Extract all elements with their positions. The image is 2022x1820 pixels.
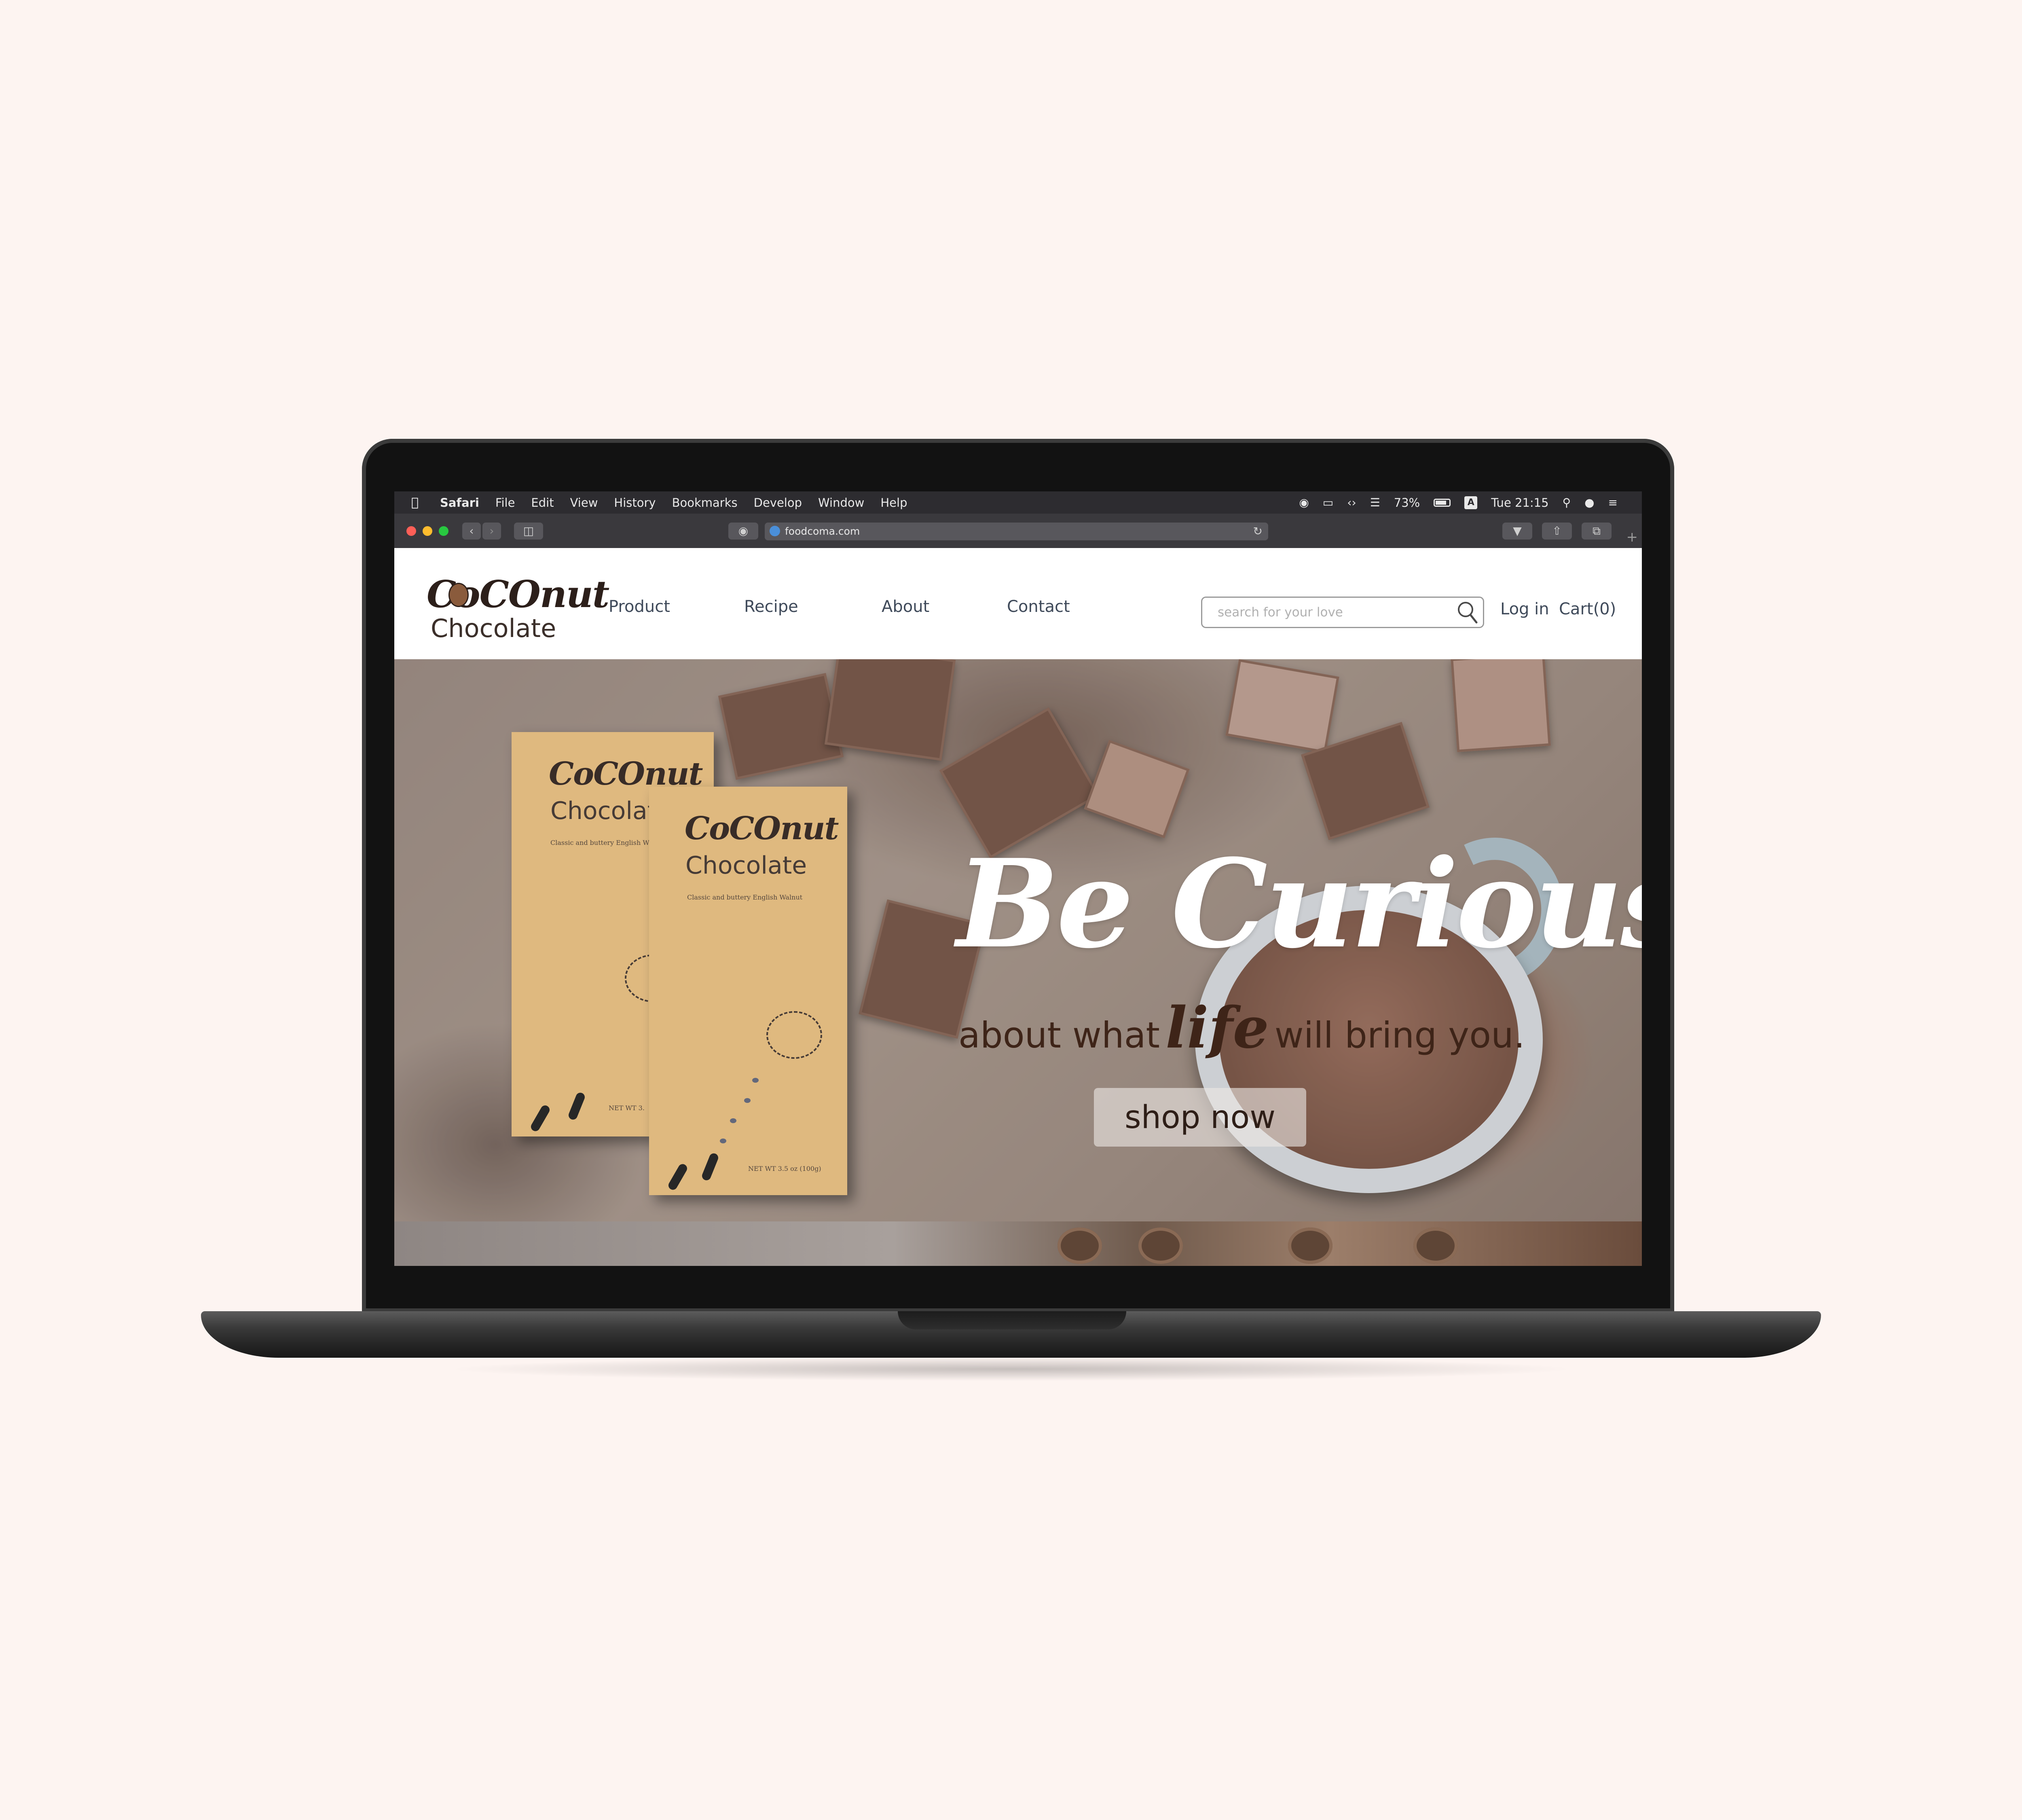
menu-clock[interactable]: Tue 21:15 bbox=[1491, 496, 1548, 510]
pinecone-decoration bbox=[1058, 1227, 1102, 1264]
hero-sub-emphasis: life bbox=[1165, 995, 1269, 1061]
wifi-icon[interactable]: ☰ bbox=[1370, 496, 1380, 509]
privacy-shield-button[interactable]: ◉ bbox=[728, 523, 758, 540]
site-favicon-icon bbox=[770, 526, 780, 536]
hero-subheadline: about what life will bring you. bbox=[958, 995, 1525, 1061]
airplay-icon[interactable]: ▭ bbox=[1323, 496, 1333, 509]
menu-history[interactable]: History bbox=[614, 496, 656, 510]
menu-bookmarks[interactable]: Bookmarks bbox=[672, 496, 738, 510]
battery-icon[interactable] bbox=[1434, 498, 1451, 507]
website: CoCOnut Chocolate Product Recipe About C… bbox=[394, 548, 1642, 1266]
shop-now-button[interactable]: shop now bbox=[1094, 1088, 1306, 1147]
battery-percent: 73% bbox=[1394, 495, 1420, 510]
new-tab-button[interactable]: + bbox=[1626, 529, 1638, 545]
forward-button[interactable]: › bbox=[482, 523, 501, 540]
nav-about[interactable]: About bbox=[882, 597, 929, 616]
hero-headline: Be Curious bbox=[956, 832, 1642, 975]
apple-icon[interactable]:  bbox=[411, 496, 422, 509]
laptop-notch bbox=[898, 1311, 1126, 1329]
macos-menu-bar:  Safari File Edit View History Bookmark… bbox=[394, 491, 1642, 514]
logo-word: Chocolate bbox=[431, 614, 556, 643]
address-bar-url: foodcoma.com bbox=[785, 525, 860, 537]
notification-center-icon[interactable]: ≡ bbox=[1608, 496, 1618, 509]
menu-edit[interactable]: Edit bbox=[531, 496, 554, 510]
site-header: CoCOnut Chocolate Product Recipe About C… bbox=[394, 548, 1642, 659]
nav-contact[interactable]: Contact bbox=[1007, 597, 1070, 616]
tabs-overview-button[interactable]: ⧉ bbox=[1582, 523, 1612, 540]
login-link[interactable]: Log in bbox=[1500, 600, 1549, 618]
search-input[interactable] bbox=[1201, 597, 1484, 628]
address-bar[interactable]: foodcoma.com ↻ bbox=[765, 523, 1268, 540]
share-button[interactable]: ⇧ bbox=[1542, 523, 1572, 540]
code-brackets-icon[interactable]: ‹› bbox=[1347, 496, 1356, 509]
coconut-icon bbox=[448, 583, 469, 607]
downloads-button[interactable]: ▼ bbox=[1502, 523, 1532, 540]
pinecone-decoration bbox=[1288, 1227, 1332, 1264]
hero-sub-after: will bring you. bbox=[1274, 1014, 1525, 1056]
nav-recipe[interactable]: Recipe bbox=[744, 597, 798, 616]
hero-banner: CoCOnut Chocolate Classic and buttery En… bbox=[394, 659, 1642, 1221]
back-button[interactable]: ‹ bbox=[462, 523, 481, 540]
window-zoom-button[interactable] bbox=[439, 526, 448, 536]
cart-link[interactable]: Cart(0) bbox=[1559, 600, 1616, 618]
menu-app-safari[interactable]: Safari bbox=[440, 496, 479, 510]
menu-file[interactable]: File bbox=[495, 496, 515, 510]
menu-window[interactable]: Window bbox=[818, 496, 864, 510]
pinecone-decoration bbox=[1413, 1227, 1458, 1264]
input-source-icon[interactable]: A bbox=[1464, 496, 1478, 509]
spotlight-search-icon[interactable]: ⚲ bbox=[1563, 496, 1571, 509]
menu-bar-status-area: ◉ ▭ ‹› ☰ 73% A Tue 21:15 ⚲ ● ≡ bbox=[1299, 491, 1618, 514]
nav-product[interactable]: Product bbox=[609, 597, 670, 616]
hero-sub-before: about what bbox=[958, 1014, 1160, 1056]
window-minimize-button[interactable] bbox=[423, 526, 432, 536]
creative-cloud-icon[interactable]: ◉ bbox=[1299, 496, 1309, 509]
search-icon[interactable] bbox=[1457, 600, 1478, 624]
menu-help[interactable]: Help bbox=[880, 496, 907, 510]
menu-view[interactable]: View bbox=[570, 496, 598, 510]
reload-icon[interactable]: ↻ bbox=[1253, 523, 1263, 540]
sidebar-toggle-button[interactable]: ◫ bbox=[514, 523, 543, 540]
laptop-shadow bbox=[445, 1357, 1577, 1381]
menu-develop[interactable]: Develop bbox=[754, 496, 802, 510]
siri-icon[interactable]: ● bbox=[1584, 496, 1594, 509]
pinecone-decoration bbox=[1138, 1227, 1183, 1264]
safari-toolbar: ‹ › ◫ ◉ foodcoma.com ↻ ▼ ⇧ ⧉ + bbox=[394, 514, 1642, 549]
site-logo[interactable]: CoCOnut Chocolate bbox=[427, 572, 609, 643]
laptop-screen:  Safari File Edit View History Bookmark… bbox=[394, 491, 1642, 1266]
window-close-button[interactable] bbox=[406, 526, 416, 536]
